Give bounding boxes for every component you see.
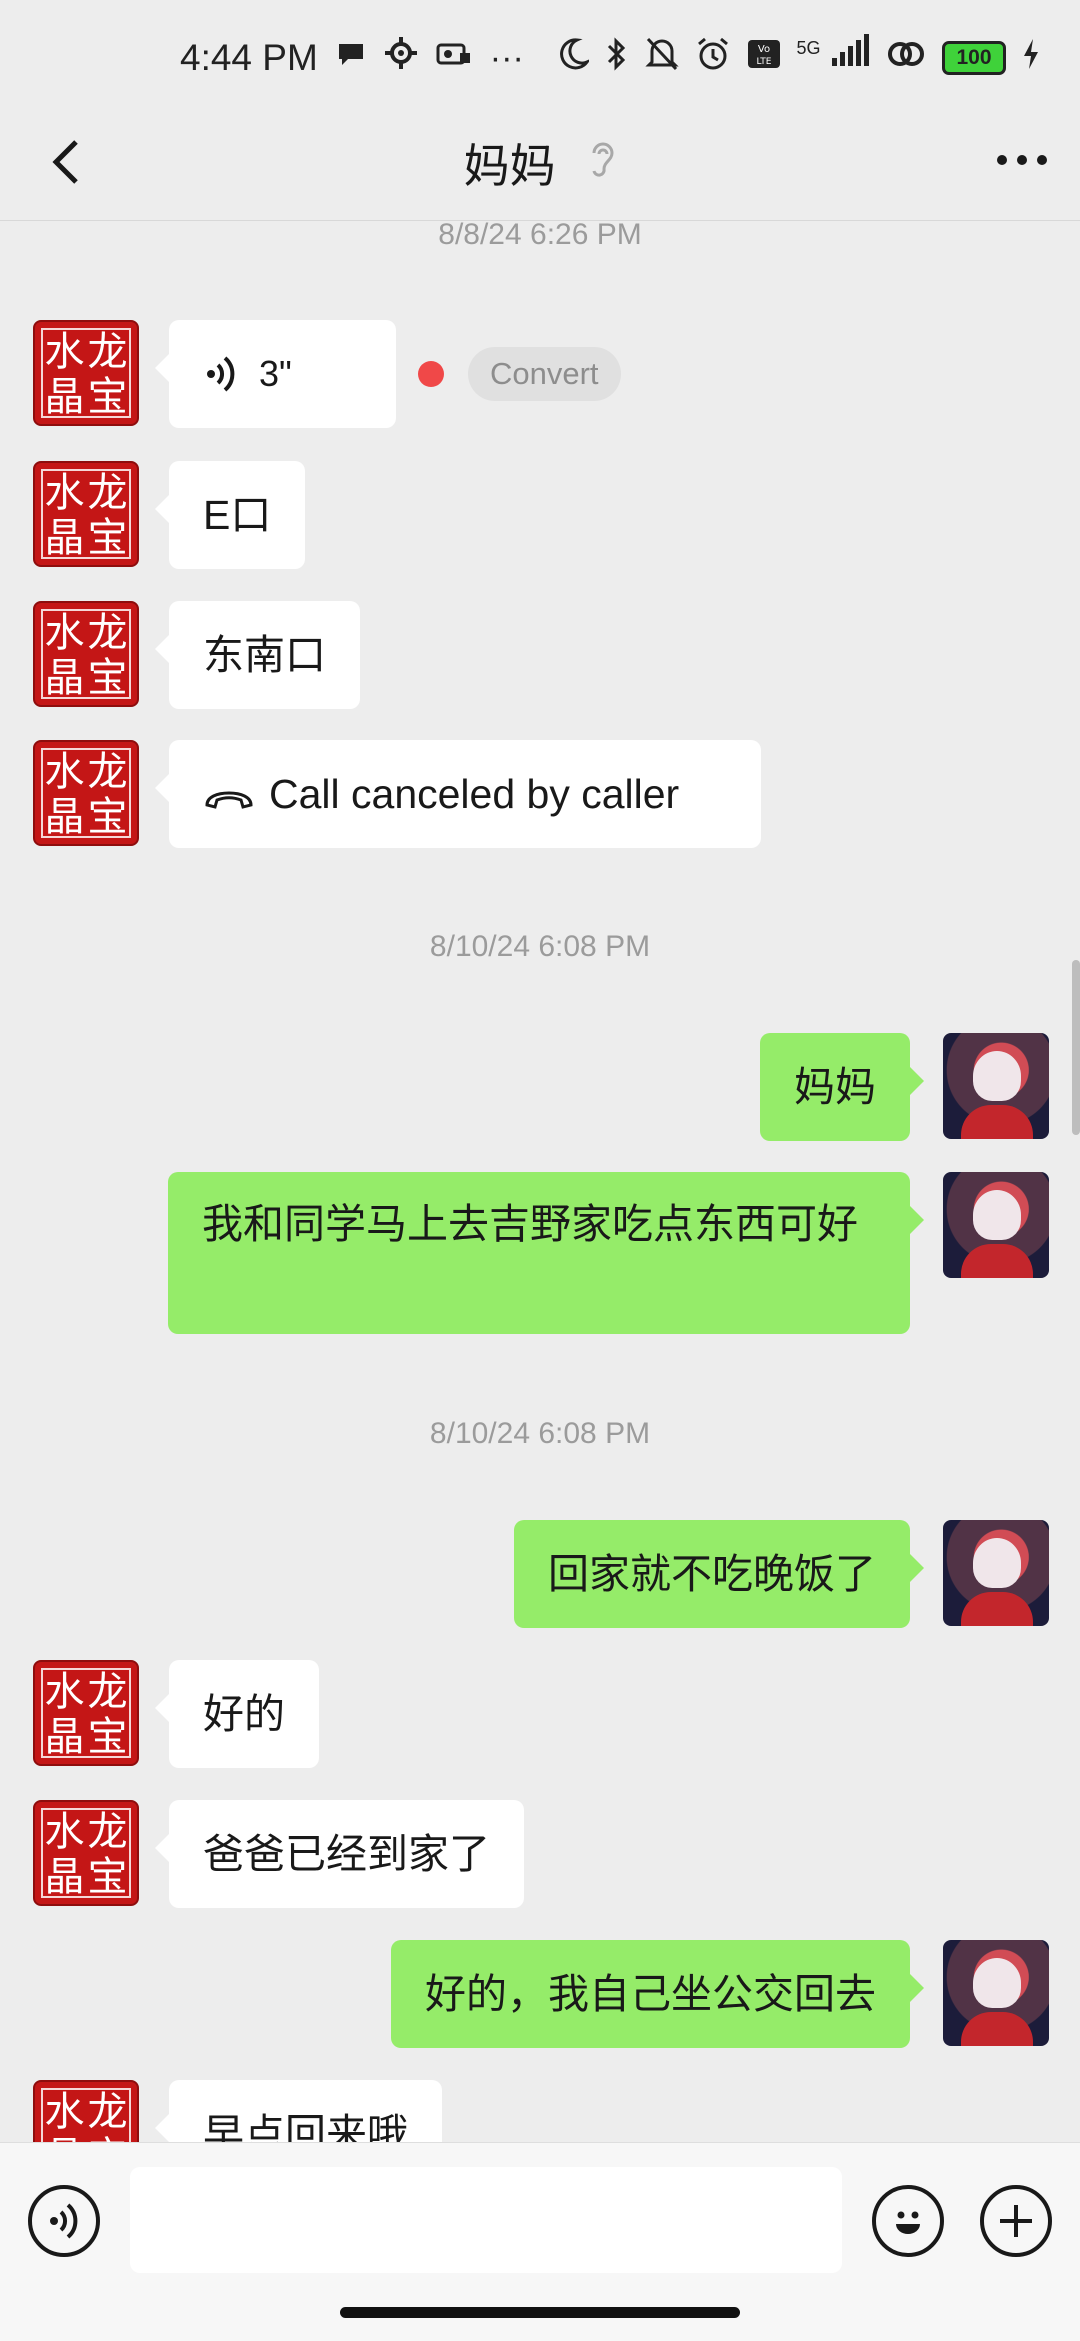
contact-avatar[interactable]: 水龙晶宝 [33, 1800, 139, 1906]
emoji-button[interactable] [872, 2185, 944, 2257]
more-dots-icon [997, 155, 1047, 165]
ear-icon [588, 136, 616, 190]
bluetooth-icon [605, 36, 629, 81]
svg-text:LTE: LTE [756, 57, 771, 67]
timestamp: 8/8/24 6:26 PM [438, 218, 642, 251]
vpn-card-icon [436, 38, 472, 78]
settings-gear-icon [384, 36, 418, 79]
page-title: 妈妈 [463, 140, 556, 192]
message-bubble[interactable]: 我和同学马上去吉野家吃点东西可好 [168, 1172, 924, 1334]
contact-avatar[interactable]: 水龙晶宝 [33, 601, 139, 707]
chat-title-area: 妈妈 [0, 130, 1080, 196]
voice-wave-icon [207, 356, 235, 392]
contact-avatar[interactable]: 水龙晶宝 [33, 320, 139, 426]
timestamp: 8/10/24 6:08 PM [429, 1417, 651, 1450]
phone-hangup-icon [203, 769, 255, 825]
timestamp: 8/10/24 6:08 PM [429, 930, 651, 963]
chat-header: 妈妈 [0, 110, 1080, 221]
message-bubble[interactable]: 东南口 [155, 601, 360, 709]
message-bubble[interactable]: 爸爸已经到家了 [155, 1800, 524, 1908]
more-options-button[interactable] [994, 150, 1050, 170]
status-time: 4:44 PM [180, 36, 318, 78]
scrollbar[interactable] [1072, 960, 1080, 1135]
voice-message[interactable]: 3" [155, 320, 396, 428]
message-bubble[interactable]: 妈妈 [760, 1033, 924, 1141]
status-bar: 4:44 PM ··· Vo LTE 5G 100 [0, 0, 1080, 110]
my-avatar[interactable] [943, 1520, 1049, 1626]
mute-bell-icon [644, 36, 679, 81]
message-bubble[interactable]: 回家就不吃晚饭了 [514, 1520, 924, 1628]
chat-bubble-icon [336, 38, 366, 78]
unread-dot [418, 361, 444, 387]
my-avatar[interactable] [943, 1940, 1049, 2046]
call-status: Call canceled by caller [269, 771, 680, 817]
signal-icon: 5G [797, 34, 870, 82]
status-right: Vo LTE 5G 100 [557, 34, 1040, 82]
my-avatar[interactable] [943, 1172, 1049, 1278]
message-bubble[interactable]: 好的 [155, 1660, 319, 1768]
svg-text:Vo: Vo [757, 44, 769, 55]
voice-wave-icon [50, 2203, 78, 2239]
contact-avatar[interactable]: 水龙晶宝 [33, 461, 139, 567]
battery-icon: 100 [942, 41, 1006, 75]
convert-button[interactable]: Convert [468, 347, 621, 401]
my-avatar[interactable] [943, 1033, 1049, 1139]
emoji-icon [896, 2211, 920, 2234]
add-attachment-button[interactable] [980, 2185, 1052, 2257]
plus-icon [1000, 2205, 1032, 2237]
status-left: 4:44 PM ··· [180, 36, 524, 79]
contact-avatar[interactable]: 水龙晶宝 [33, 740, 139, 846]
home-indicator[interactable] [340, 2307, 740, 2318]
charging-icon [1022, 38, 1040, 79]
contact-avatar[interactable]: 水龙晶宝 [33, 1660, 139, 1766]
message-bubble[interactable]: E口 [154, 461, 306, 569]
more-dots-icon: ··· [489, 38, 524, 77]
message-input[interactable] [130, 2167, 842, 2273]
alarm-icon [695, 36, 731, 81]
voice-duration: 3" [259, 353, 292, 394]
call-message[interactable]: Call canceled by caller [155, 740, 761, 848]
moon-icon [557, 37, 591, 80]
message-bubble[interactable]: 好的，我自己坐公交回去 [391, 1940, 924, 2048]
voice-input-button[interactable] [28, 2185, 100, 2257]
network-type: 5G [796, 38, 821, 58]
link-icon [886, 38, 926, 79]
volte-icon: Vo LTE [747, 38, 781, 78]
